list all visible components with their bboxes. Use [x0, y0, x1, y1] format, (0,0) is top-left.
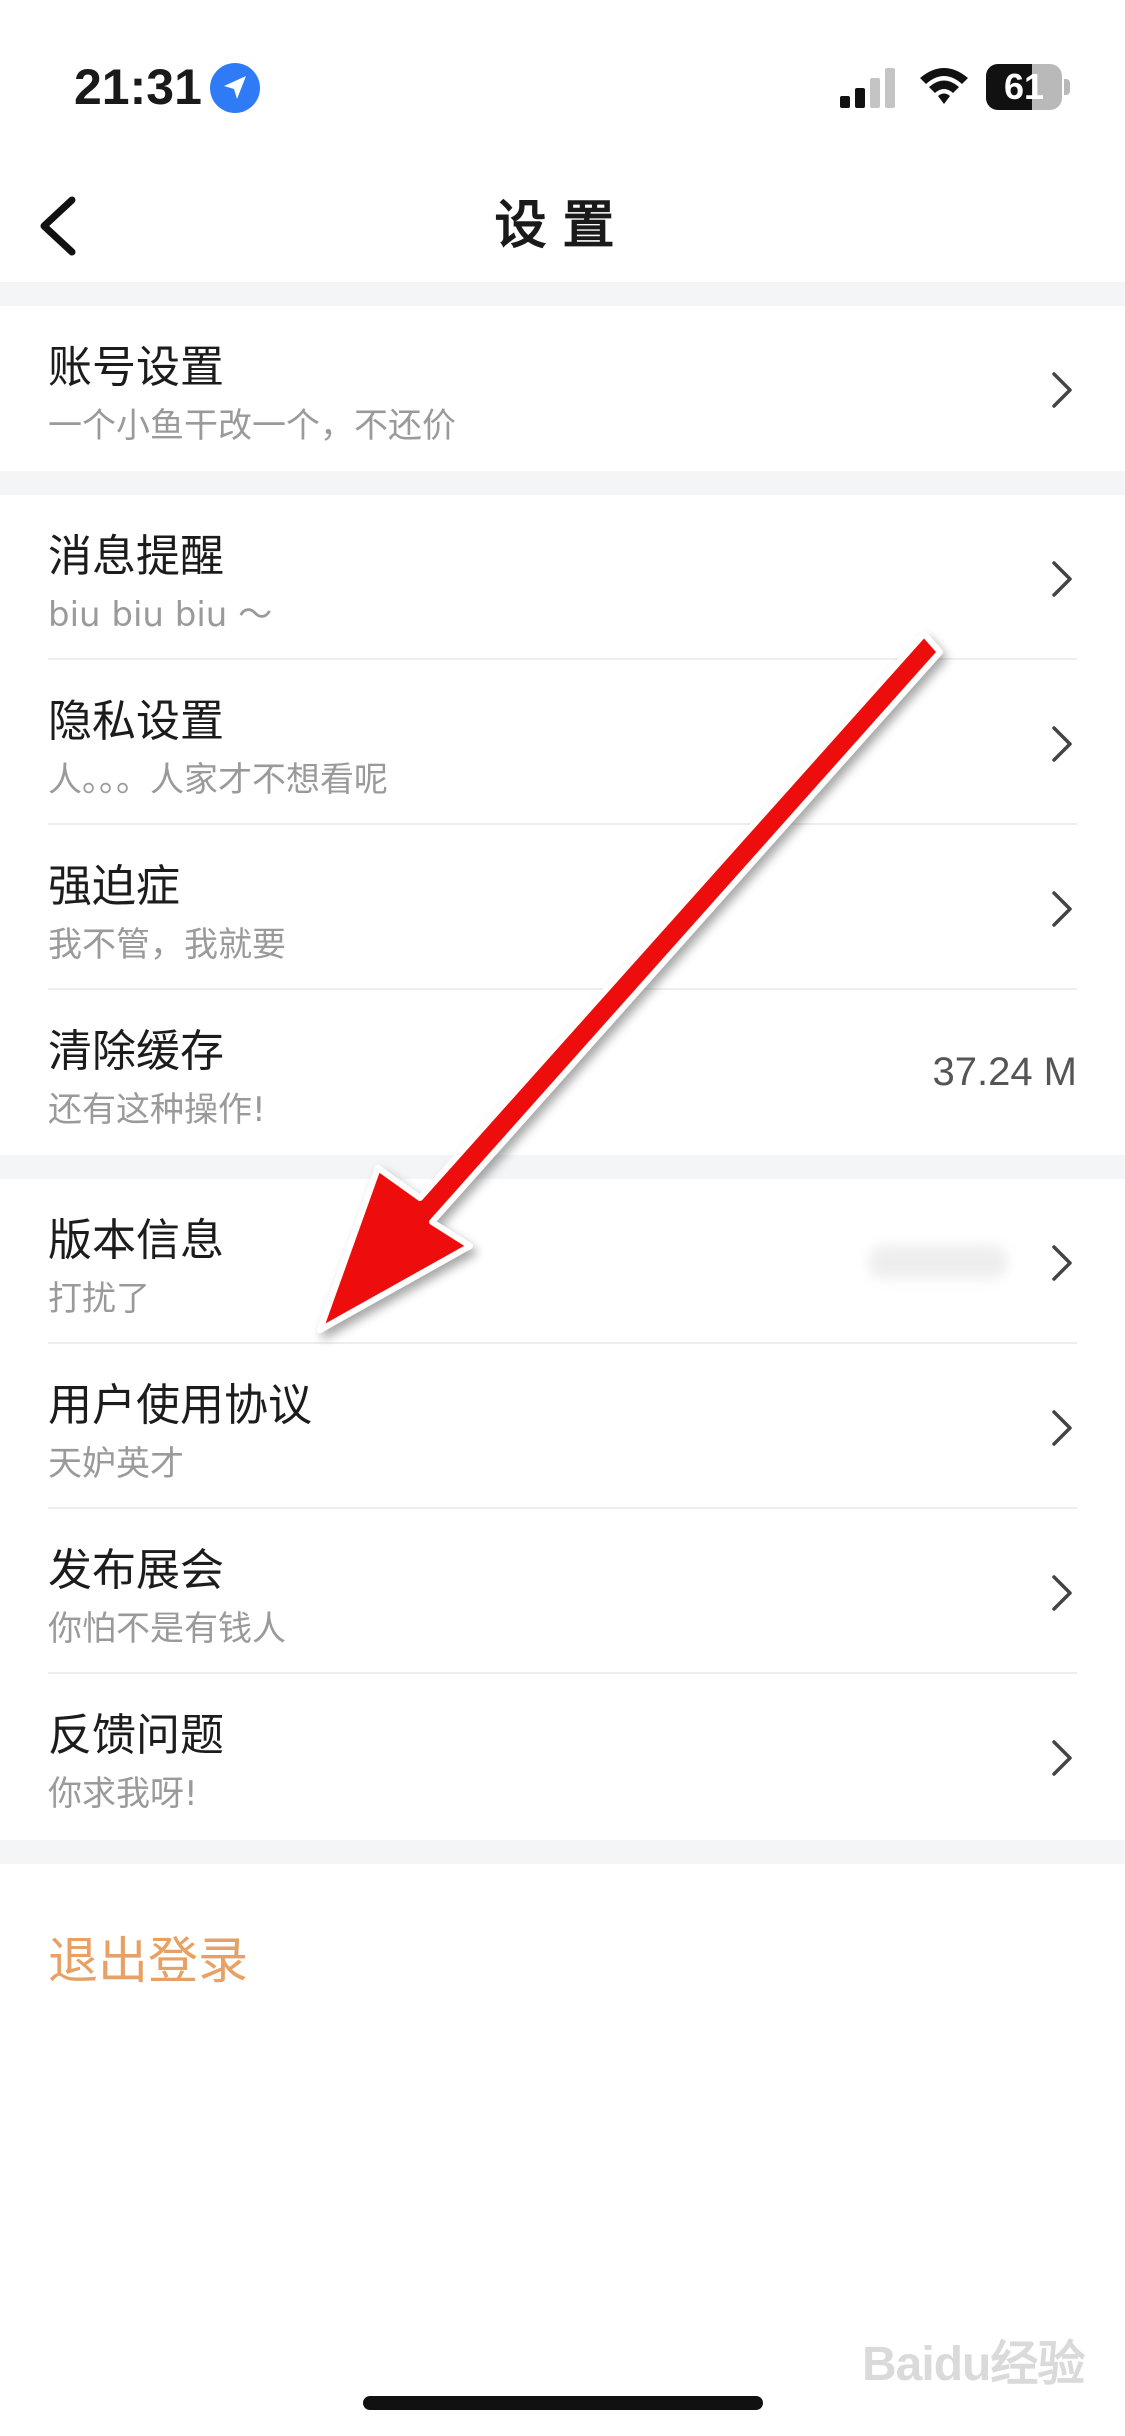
- section-separator: [0, 282, 1125, 306]
- section-separator: [0, 1155, 1125, 1179]
- row-title: 隐私设置: [48, 696, 224, 747]
- row-subtitle: 一个小鱼干改一个，不还价: [48, 406, 456, 446]
- settings-row-feedback[interactable]: 反馈问题 你求我呀!: [0, 1674, 1125, 1839]
- watermark-text: Baidu经验: [862, 2338, 1085, 2391]
- row-title: 版本信息: [48, 1215, 224, 1266]
- settings-row-notifications[interactable]: 消息提醒 biu biu biu ～: [0, 495, 1125, 660]
- settings-page: 21:31 61 设置 账号设置 一个小鱼干改一个，不还价 消息提醒 biu b…: [0, 0, 1125, 2436]
- row-title: 清除缓存: [48, 1026, 224, 1077]
- row-subtitle: 还有这种操作!: [48, 1090, 266, 1130]
- settings-row-privacy[interactable]: 隐私设置 人。。。人家才不想看呢: [0, 660, 1125, 825]
- wifi-icon: [920, 68, 968, 104]
- settings-row-version[interactable]: 版本信息 打扰了: [0, 1179, 1125, 1344]
- settings-row-account[interactable]: 账号设置 一个小鱼干改一个，不还价: [0, 306, 1125, 471]
- cellular-signal-icon: [840, 68, 895, 108]
- status-bar: 21:31 61: [0, 0, 1125, 170]
- row-subtitle: 人。。。人家才不想看呢: [48, 760, 388, 800]
- settings-row-user-agreement[interactable]: 用户使用协议 天妒英才: [0, 1344, 1125, 1509]
- home-indicator[interactable]: [363, 2396, 763, 2410]
- row-subtitle: 你怕不是有钱人: [48, 1609, 286, 1649]
- row-title: 用户使用协议: [48, 1380, 312, 1431]
- chevron-right-icon: [1052, 1410, 1072, 1446]
- location-arrow-icon: [210, 63, 260, 113]
- status-time: 21:31: [74, 59, 202, 115]
- chevron-right-icon: [1052, 561, 1072, 597]
- row-subtitle: 天妒英才: [48, 1444, 184, 1484]
- chevron-right-icon: [1052, 1575, 1072, 1611]
- section-separator: [0, 471, 1125, 495]
- page-title: 设置: [494, 196, 631, 256]
- section-separator: [0, 1840, 1125, 1864]
- baidu-watermark: Baidu经验: [862, 2310, 1092, 2400]
- chevron-right-icon: [1052, 372, 1072, 408]
- battery-icon: 61: [986, 64, 1070, 110]
- chevron-right-icon: [1052, 1245, 1072, 1281]
- version-value-blurred: [868, 1245, 1008, 1279]
- row-subtitle: 我不管，我就要: [48, 925, 286, 965]
- chevron-right-icon: [1052, 726, 1072, 762]
- logout-button[interactable]: 退出登录: [48, 1926, 248, 1996]
- row-subtitle: 你求我呀!: [48, 1774, 198, 1814]
- row-title: 强迫症: [48, 861, 180, 912]
- chevron-right-icon: [1052, 891, 1072, 927]
- row-title: 账号设置: [48, 342, 224, 393]
- navigation-bar: 设置: [0, 170, 1125, 282]
- battery-level-text: 61: [1003, 66, 1045, 107]
- settings-row-ocd[interactable]: 强迫症 我不管，我就要: [0, 825, 1125, 990]
- row-subtitle: 打扰了: [48, 1279, 150, 1319]
- row-title: 消息提醒: [48, 531, 224, 582]
- cache-size-value: 37.24 M: [932, 1050, 1077, 1094]
- settings-row-publish-exhibition[interactable]: 发布展会 你怕不是有钱人: [0, 1509, 1125, 1674]
- row-title: 发布展会: [48, 1545, 224, 1596]
- settings-row-clear-cache[interactable]: 清除缓存 还有这种操作! 37.24 M: [0, 990, 1125, 1155]
- row-title: 反馈问题: [48, 1710, 224, 1761]
- row-subtitle: biu biu biu ～: [48, 595, 273, 635]
- chevron-right-icon: [1052, 1740, 1072, 1776]
